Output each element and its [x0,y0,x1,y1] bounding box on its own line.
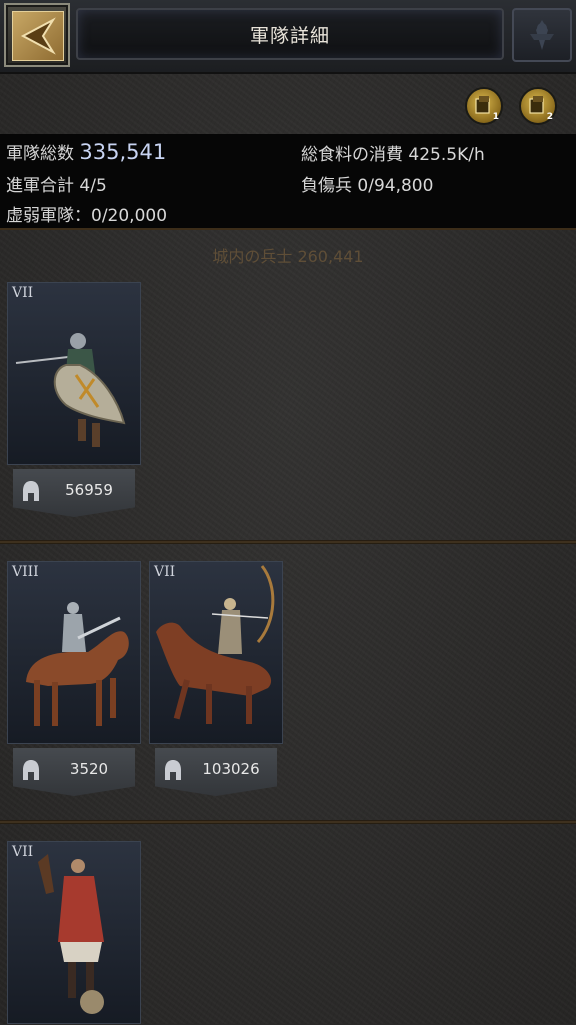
troop-card-cavalry[interactable]: VIII [7,561,141,744]
total-troops-stat: 軍隊総数 335,541 [6,139,166,164]
troop-card-infantry[interactable]: VII [7,282,141,465]
food-consumption-stat: 総食料の消費 425.5K/h [301,140,485,165]
troop-count-badge: 3520 [13,748,135,796]
troop-count: 3520 [69,760,109,778]
pin-sub-label: 2 [546,112,553,122]
weak-troops-value: 0/20,000 [91,206,168,226]
pin-preset-1-button[interactable]: 1 [465,87,503,125]
pin-preset-2-button[interactable]: 2 [519,87,557,125]
troop-count: 56959 [65,481,113,499]
total-troops-value: 335,541 [79,140,167,164]
weak-troops-stat: 虚弱軍隊：0/20,000 [6,201,167,226]
food-consumption-label: 総食料の消費 [301,145,403,165]
helmet-icon [23,760,39,780]
weak-troops-label: 虚弱軍隊： [6,206,91,226]
troop-count: 103026 [202,760,260,778]
emblem-icon [512,8,572,62]
troop-count-badge: 103026 [155,748,277,796]
helmet-icon [23,481,39,501]
cavalry-knight-icon [26,602,129,726]
back-arrow-icon [12,11,64,61]
infantry-soldier-icon [15,333,126,447]
march-value: 4/5 [79,176,107,196]
march-label: 進軍合計 [6,176,74,196]
helmet-icon [165,760,181,780]
wounded-label: 負傷兵 [301,176,352,196]
top-bar: 軍隊詳細 [0,0,576,74]
back-button[interactable] [4,3,70,67]
wounded-value: 0/94,800 [357,176,434,196]
troop-card-horse-archer[interactable]: VII [149,561,283,744]
troop-count-badge: 56959 [13,469,135,517]
siege-soldier-icon [38,854,104,1014]
horse-archer-icon [156,565,275,724]
troop-card-siege[interactable]: VII [7,841,141,1024]
row-divider [0,820,576,824]
pin-sub-label: 1 [492,112,499,122]
march-stat: 進軍合計 4/5 [6,171,107,196]
castle-soldiers-text: 城内の兵士 260,441 [212,247,364,266]
total-troops-label: 軍隊総数 [6,144,74,164]
food-consumption-value: 425.5K/h [408,145,485,165]
title-panel: 軍隊詳細 [76,8,504,60]
wounded-stat: 負傷兵 0/94,800 [301,171,433,196]
army-stats-panel: 軍隊総数 335,541 総食料の消費 425.5K/h 進軍合計 4/5 負傷… [0,134,576,230]
row-divider [0,540,576,544]
page-title: 軍隊詳細 [249,24,330,47]
